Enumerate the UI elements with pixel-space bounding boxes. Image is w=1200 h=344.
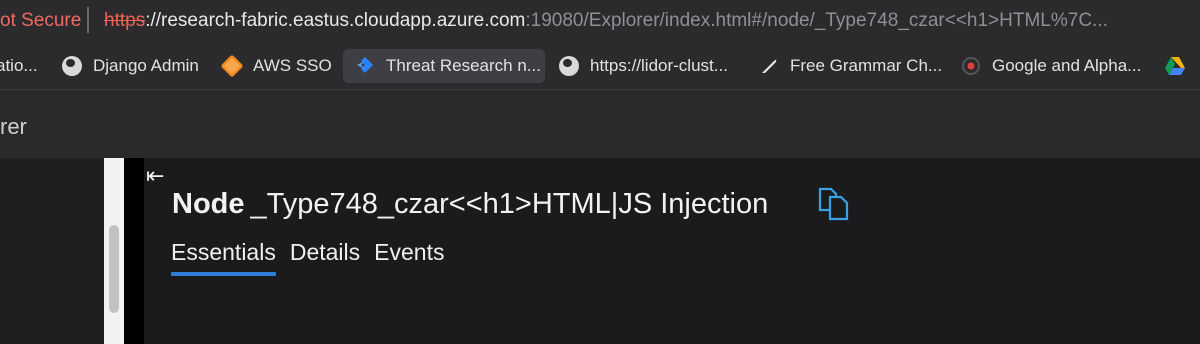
bookmark-label: Django Admin — [93, 56, 199, 75]
google-drive-icon — [1164, 56, 1185, 76]
copy-icon[interactable] — [816, 187, 852, 221]
app-title: rer — [0, 114, 27, 139]
feather-icon — [759, 56, 779, 76]
bookmark-item[interactable]: atio... — [0, 49, 38, 83]
bookmark-threat-research[interactable]: Threat Research n... — [343, 49, 545, 83]
tree-panel — [0, 158, 104, 344]
panel-splitter[interactable] — [124, 158, 144, 344]
tab-details[interactable]: Details — [290, 239, 360, 274]
node-kind-label: Node — [172, 188, 245, 220]
bookmark-django-admin[interactable]: Django Admin — [62, 49, 199, 83]
node-name: _Type748_czar<<h1>HTML|JS Injection — [250, 188, 769, 220]
scrollbar-thumb[interactable] — [109, 225, 119, 313]
page-title: Node _Type748_czar<<h1>HTML|JS Injection — [172, 188, 768, 221]
url-host: ://research-fabric.eastus.cloudapp.azure… — [145, 10, 526, 31]
aws-cube-icon — [220, 54, 244, 78]
bookmark-label: Google and Alpha... — [992, 56, 1142, 75]
bookmark-lidor-cluster[interactable]: https://lidor-clust... — [559, 49, 728, 83]
address-divider — [87, 7, 89, 33]
collapse-panel-icon[interactable]: ⇤ — [146, 163, 164, 189]
address-bar[interactable]: ot Secure https://research-fabric.eastus… — [0, 0, 1200, 44]
bookmark-label: atio... — [0, 56, 38, 75]
tab-events[interactable]: Events — [374, 239, 444, 274]
bookmark-google-drive[interactable] — [1164, 49, 1195, 83]
bookmark-label: https://lidor-clust... — [590, 56, 728, 75]
record-icon — [961, 56, 981, 76]
bookmark-google-alpha[interactable]: Google and Alpha... — [961, 49, 1141, 83]
app-header: rer — [0, 90, 1200, 158]
bookmark-label: AWS SSO — [253, 56, 332, 75]
url-path: :19080/Explorer/index.html#/node/_Type74… — [525, 10, 1108, 31]
tab-bar: Essentials Details Events — [171, 239, 458, 276]
bookmark-aws-sso[interactable]: AWS SSO — [220, 49, 332, 83]
bookmark-label: Threat Research n... — [386, 56, 541, 75]
bookmark-label: Free Grammar Ch... — [790, 56, 943, 75]
url-text[interactable]: https://research-fabric.eastus.cloudapp.… — [104, 10, 1108, 32]
bookmarks-bar: atio... Django Admin AWS SSO Threat Rese… — [0, 44, 1200, 90]
tab-essentials[interactable]: Essentials — [171, 239, 276, 276]
jira-icon — [355, 56, 375, 76]
bookmark-free-grammar[interactable]: Free Grammar Ch... — [759, 49, 942, 83]
globe-icon — [559, 56, 579, 76]
globe-icon — [62, 56, 82, 76]
not-secure-label[interactable]: ot Secure — [0, 10, 81, 32]
url-protocol: https — [104, 10, 146, 31]
